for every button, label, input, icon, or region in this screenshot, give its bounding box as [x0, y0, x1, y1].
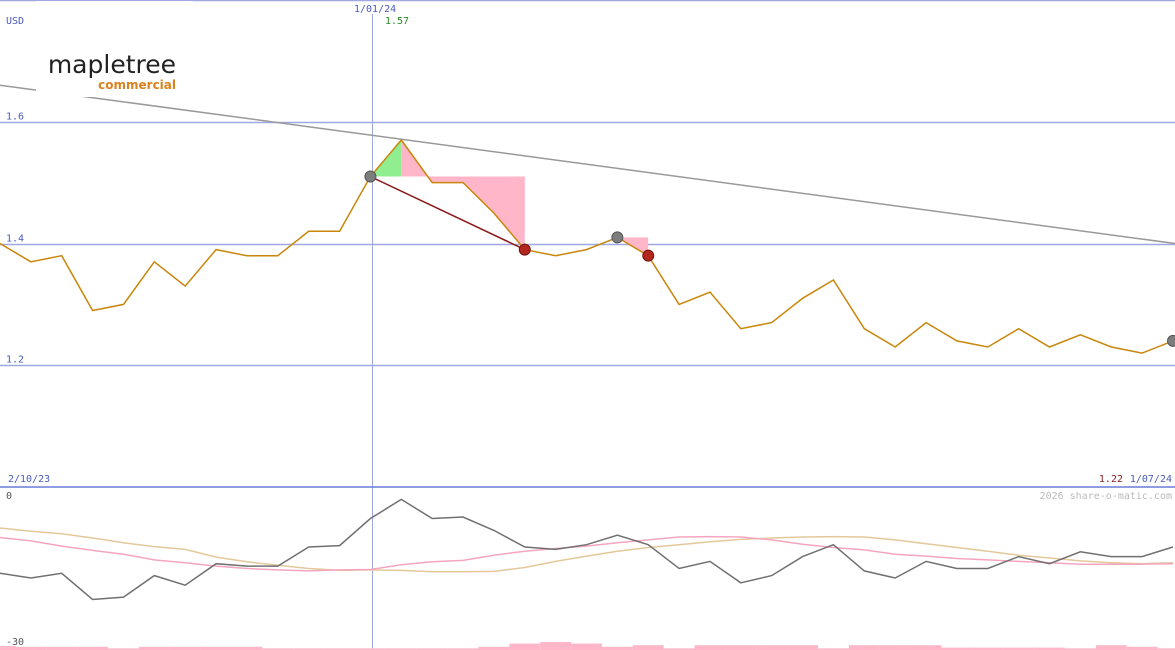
volume-bar [0, 646, 16, 650]
y-tick-label: 1.6 [6, 112, 24, 123]
volume-bar [879, 645, 911, 650]
volume-bar [848, 645, 880, 650]
company-logo: mapletree commercial [36, 45, 194, 97]
volume-bar [725, 645, 757, 650]
volume-bar [910, 645, 942, 650]
logo-subtitle: commercial [98, 78, 176, 92]
volume-bar [694, 645, 726, 650]
volume-bar [509, 643, 541, 650]
credit-label: 2026 share-o-matic.com [1040, 491, 1172, 502]
y-tick-label: 1.8 [6, 0, 24, 1]
range-end-label: 1/07/24 [1130, 474, 1172, 485]
osc-tick-label: 0 [6, 491, 12, 502]
volume-bar [571, 643, 602, 650]
sell-point [642, 249, 655, 262]
buy-point [611, 231, 624, 244]
volume-bar [632, 645, 664, 650]
volume-bar [787, 645, 818, 650]
y-tick-label: 1.2 [6, 355, 24, 366]
price-chart: 1.21.41.61.80-30 mapletree commercial US… [0, 0, 1175, 650]
marker-value-label: 1.57 [385, 16, 409, 27]
buy-point [364, 170, 377, 183]
last-value-label: 1.22 [1099, 474, 1123, 485]
volume-bar [540, 642, 572, 650]
y-tick-label: 1.4 [6, 234, 24, 245]
volume-bar [756, 645, 788, 650]
buy-point [1167, 334, 1175, 347]
sell-point [518, 243, 531, 256]
currency-label: USD [6, 16, 24, 27]
logo-name: mapletree [48, 50, 176, 79]
range-start-label: 2/10/23 [8, 474, 50, 485]
volume-bar [1095, 645, 1127, 650]
marker-date-label: 1/01/24 [354, 4, 396, 15]
